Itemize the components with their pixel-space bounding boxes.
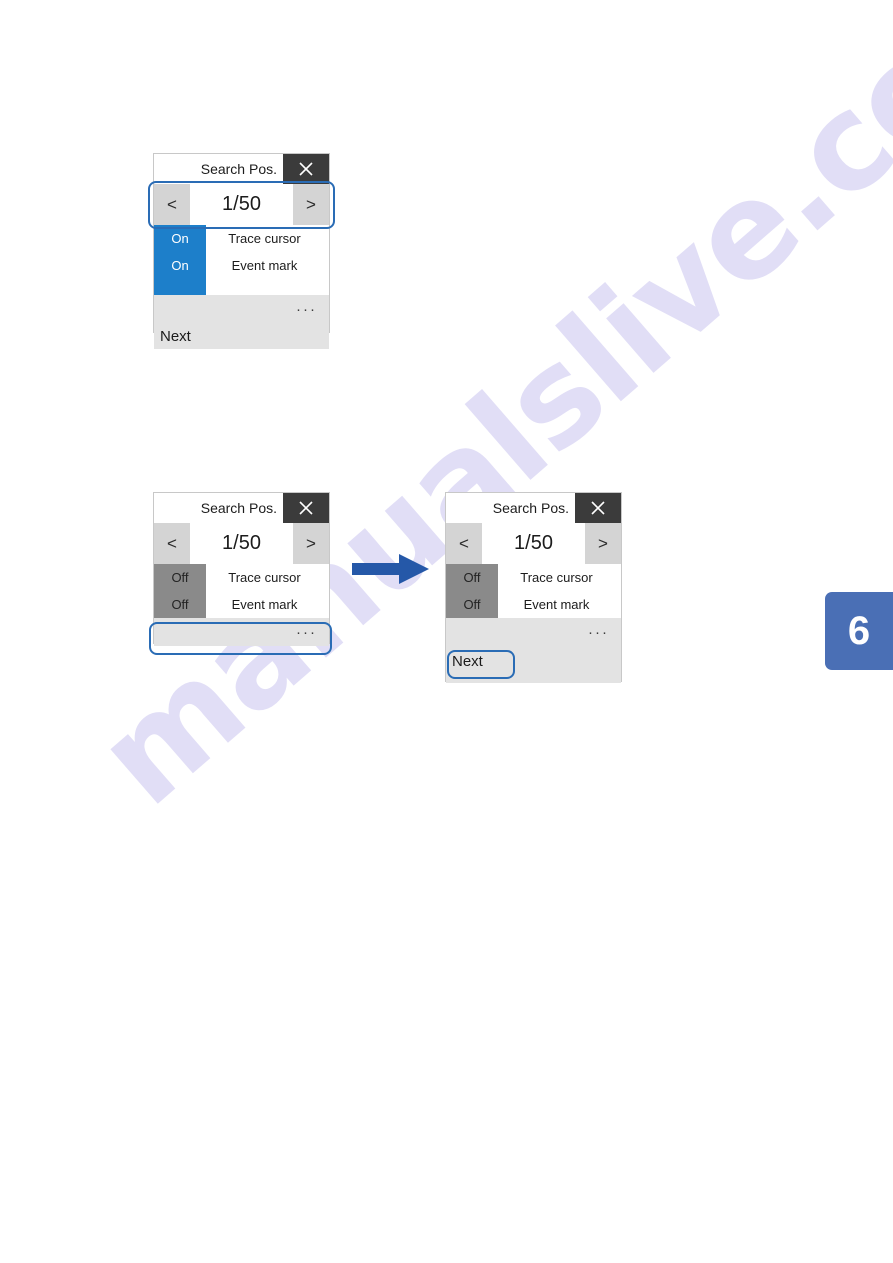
dialog-title: Search Pos. <box>492 500 569 516</box>
prev-position-button[interactable]: < <box>154 184 190 225</box>
dialog-title: Search Pos. <box>200 500 277 516</box>
event-mark-toggle[interactable]: Off <box>154 597 206 612</box>
event-mark-label: Event mark <box>523 597 590 612</box>
prev-position-button[interactable]: < <box>154 523 190 564</box>
trace-cursor-toggle[interactable]: On <box>154 231 206 246</box>
more-options-button[interactable]: ··· <box>154 295 329 323</box>
next-button-label: Next <box>452 652 483 670</box>
event-mark-label: Event mark <box>231 597 298 612</box>
more-options-button[interactable]: ··· <box>154 618 329 646</box>
more-options-button[interactable]: ··· <box>446 618 621 646</box>
event-mark-label: Event mark <box>231 258 298 273</box>
trace-cursor-toggle[interactable]: Off <box>154 570 206 585</box>
trace-cursor-label: Trace cursor <box>228 570 301 585</box>
next-position-button[interactable]: > <box>585 523 621 564</box>
position-value: 1/50 <box>190 184 293 225</box>
dialog-footer: ··· Next <box>446 618 621 683</box>
next-button[interactable]: Next <box>446 646 621 676</box>
trace-cursor-toggle[interactable]: Off <box>446 570 498 585</box>
option-list: On Trace cursor On Event mark <box>154 225 329 295</box>
next-position-button[interactable]: > <box>293 184 329 225</box>
dialog-titlebar: Search Pos. <box>446 493 621 523</box>
trace-cursor-label: Trace cursor <box>520 570 593 585</box>
position-value: 1/50 <box>190 523 293 564</box>
prev-position-button[interactable]: < <box>446 523 482 564</box>
next-button[interactable]: Next <box>154 323 329 349</box>
next-button-label: Next <box>160 327 191 345</box>
search-position-nav: < 1/50 > <box>446 523 621 564</box>
chapter-number: 6 <box>847 609 871 653</box>
option-row-event-mark: On Event mark <box>154 252 329 279</box>
position-value: 1/50 <box>482 523 585 564</box>
close-icon[interactable] <box>575 493 621 523</box>
event-mark-toggle[interactable]: Off <box>446 597 498 612</box>
option-row-event-mark: Off Event mark <box>446 591 621 618</box>
watermark-text: manualslive.com <box>69 0 893 836</box>
search-pos-dialog-initial: Search Pos. < 1/50 > On Trace cursor On … <box>153 153 330 349</box>
option-list: Off Trace cursor Off Event mark <box>154 564 329 618</box>
flow-arrow-icon <box>352 552 430 591</box>
dialog-titlebar: Search Pos. <box>154 493 329 523</box>
close-icon[interactable] <box>283 493 329 523</box>
event-mark-toggle[interactable]: On <box>154 258 206 273</box>
dialog-footer: ··· <box>154 618 329 646</box>
search-position-nav: < 1/50 > <box>154 184 329 225</box>
search-position-nav: < 1/50 > <box>154 523 329 564</box>
close-icon[interactable] <box>283 154 329 184</box>
trace-cursor-label: Trace cursor <box>228 231 301 246</box>
search-pos-dialog-before: Search Pos. < 1/50 > Off Trace cursor Of… <box>153 492 330 646</box>
option-row-trace-cursor: Off Trace cursor <box>154 564 329 591</box>
dialog-footer: ··· Next <box>154 295 329 349</box>
next-position-button[interactable]: > <box>293 523 329 564</box>
chapter-tab: 6 <box>825 592 893 670</box>
option-list: Off Trace cursor Off Event mark <box>446 564 621 618</box>
dialog-title: Search Pos. <box>200 161 277 177</box>
option-row-trace-cursor: On Trace cursor <box>154 225 329 252</box>
dialog-titlebar: Search Pos. <box>154 154 329 184</box>
option-row-event-mark: Off Event mark <box>154 591 329 618</box>
option-row-trace-cursor: Off Trace cursor <box>446 564 621 591</box>
search-pos-dialog-after: Search Pos. < 1/50 > Off Trace cursor Of… <box>445 492 622 683</box>
